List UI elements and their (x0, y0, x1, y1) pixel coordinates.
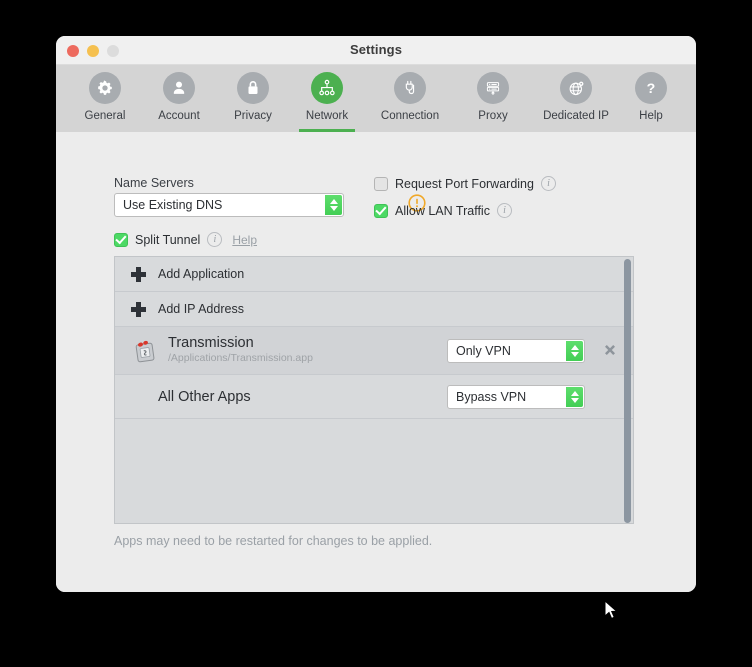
split-tunnel-list: Add Application Add IP Address Transmiss… (114, 256, 634, 524)
app-mode-value: Only VPN (456, 344, 511, 358)
server-icon (477, 72, 509, 104)
tab-label: General (84, 110, 126, 122)
globe-pin-icon (560, 72, 592, 104)
tab-proxy[interactable]: Proxy (456, 65, 530, 132)
tab-label: Account (158, 110, 200, 122)
request-port-forwarding-checkbox[interactable] (374, 176, 388, 191)
app-name: Transmission (168, 335, 254, 352)
chevron-up-icon (329, 199, 338, 204)
app-mode-select[interactable]: Only VPN (447, 339, 585, 363)
request-port-forwarding-row[interactable]: Request Port Forwarding i (374, 176, 556, 191)
chevron-up-icon (570, 345, 579, 350)
tab-connection[interactable]: Connection (364, 65, 456, 132)
all-other-apps-mode-value: Bypass VPN (456, 390, 527, 404)
allow-lan-traffic-checkbox[interactable] (374, 203, 388, 218)
tab-help[interactable]: ? Help (622, 65, 680, 132)
chevron-down-icon (570, 398, 579, 403)
split-tunnel-checkbox[interactable] (114, 232, 128, 247)
name-servers-label: Name Servers (114, 176, 194, 190)
tab-label: Proxy (478, 110, 508, 122)
tab-account[interactable]: Account (142, 65, 216, 132)
remove-x-icon[interactable] (602, 343, 618, 359)
add-ip-address-label: Add IP Address (158, 302, 244, 316)
network-settings-panel: Name Servers Use Existing DNS Request Po… (56, 132, 696, 592)
settings-toolbar: General Account Privacy Network Connecti… (56, 65, 696, 132)
split-tunnel-row[interactable]: Split Tunnel i Help (114, 232, 257, 247)
lock-icon (237, 72, 269, 104)
tab-network[interactable]: Network (290, 65, 364, 132)
all-other-apps-mode-select[interactable]: Bypass VPN (447, 385, 585, 409)
split-tunnel-help-link[interactable]: Help (232, 233, 257, 247)
chevron-up-icon (570, 391, 579, 396)
add-ip-address-row[interactable]: Add IP Address (115, 292, 633, 327)
app-path: /Applications/Transmission.app (168, 352, 313, 365)
all-other-apps-row[interactable]: All Other Apps Bypass VPN (115, 375, 633, 419)
network-icon (311, 72, 343, 104)
tab-privacy[interactable]: Privacy (216, 65, 290, 132)
person-icon (163, 72, 195, 104)
list-scrollbar[interactable] (624, 259, 631, 523)
plug-icon (394, 72, 426, 104)
tab-label: Privacy (234, 110, 272, 122)
chevron-down-icon (329, 206, 338, 211)
gear-icon (89, 72, 121, 104)
name-servers-select[interactable]: Use Existing DNS (114, 193, 344, 217)
transmission-app-icon (131, 337, 159, 365)
tab-general[interactable]: General (68, 65, 142, 132)
add-application-row[interactable]: Add Application (115, 257, 633, 292)
split-tunnel-label: Split Tunnel (135, 232, 201, 247)
request-port-forwarding-label: Request Port Forwarding (395, 176, 534, 191)
all-other-apps-label: All Other Apps (158, 388, 251, 405)
allow-lan-traffic-row[interactable]: Allow LAN Traffic i (374, 203, 512, 218)
app-text: Transmission /Applications/Transmission.… (168, 335, 313, 365)
question-icon: ? (635, 72, 667, 104)
info-icon[interactable]: i (496, 203, 512, 218)
tab-label: Connection (380, 110, 440, 122)
stepper-arrows[interactable] (566, 387, 583, 407)
screen: Settings General Account Privacy Network… (0, 0, 752, 667)
tab-label: Help (639, 110, 663, 122)
info-icon[interactable]: i (540, 176, 556, 191)
plus-icon (131, 266, 146, 282)
table-row[interactable]: Transmission /Applications/Transmission.… (115, 327, 633, 375)
settings-window: Settings General Account Privacy Network… (56, 36, 696, 592)
svg-text:?: ? (647, 81, 656, 97)
stepper-arrows[interactable] (325, 195, 342, 215)
window-titlebar: Settings (56, 36, 696, 65)
mouse-cursor (604, 599, 620, 627)
name-servers-value: Use Existing DNS (123, 198, 223, 212)
chevron-down-icon (570, 352, 579, 357)
tab-dedicated-ip[interactable]: Dedicated IP (530, 65, 622, 132)
allow-lan-traffic-label: Allow LAN Traffic (395, 203, 490, 218)
info-icon[interactable]: i (207, 232, 223, 247)
stepper-arrows[interactable] (566, 341, 583, 361)
tab-label: Network (305, 110, 349, 122)
restart-note: Apps may need to be restarted for change… (114, 534, 433, 548)
tab-label: Dedicated IP (543, 110, 609, 122)
window-title: Settings (349, 42, 403, 57)
plus-icon (131, 301, 146, 317)
add-application-label: Add Application (158, 267, 245, 281)
